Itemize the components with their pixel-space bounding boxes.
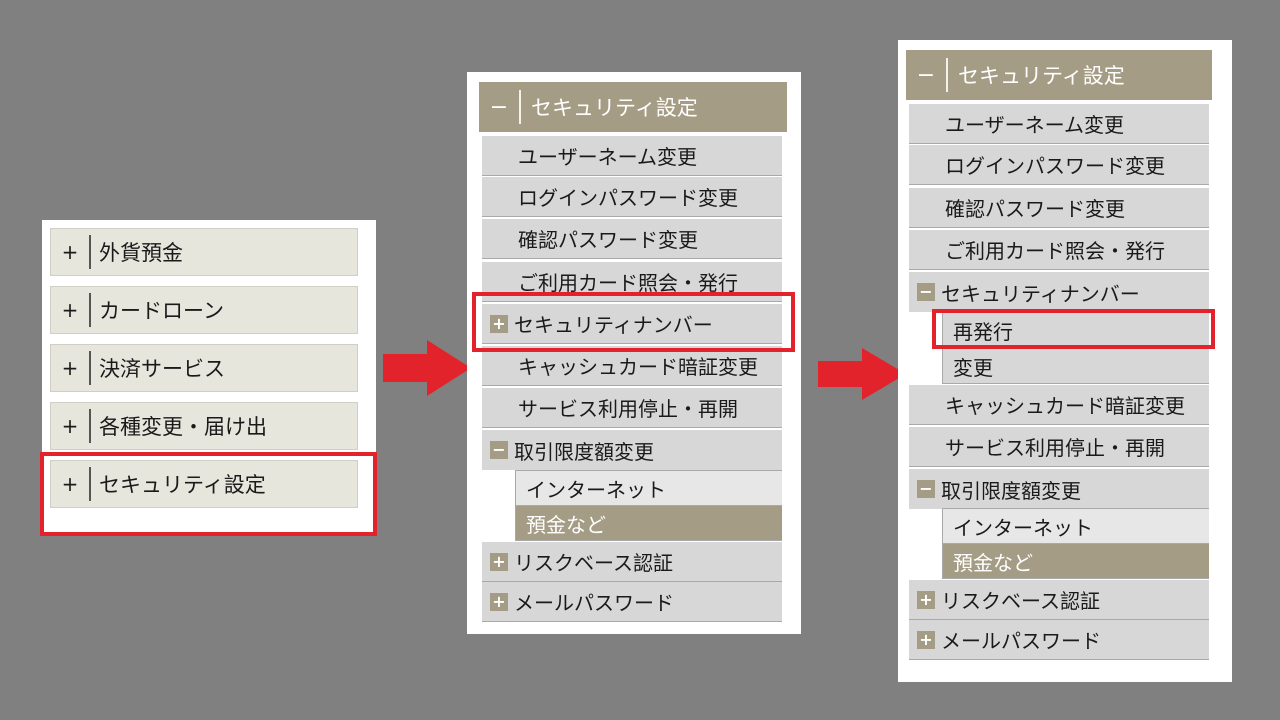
step3-panel: − セキュリティ設定 ユーザーネーム変更 ログインパスワード変更 確認パスワード… — [898, 40, 1232, 682]
highlight-box-security-settings — [40, 452, 377, 536]
menu-row-service-suspend-resume[interactable]: サービス利用停止・再開 — [482, 388, 782, 428]
step2-panel: − セキュリティ設定 ユーザーネーム変更 ログインパスワード変更 確認パスワード… — [467, 72, 801, 634]
expand-icon: + — [61, 298, 79, 322]
security-settings-header[interactable]: − セキュリティ設定 — [906, 50, 1212, 100]
expand-icon: + — [61, 240, 79, 264]
menu-item-label: 決済サービス — [99, 357, 225, 381]
submenu-change[interactable]: 変更 — [942, 348, 1209, 384]
row-label: リスクベース認証 — [514, 551, 673, 575]
menu-row-cash-card-pin-change[interactable]: キャッシュカード暗証変更 — [482, 346, 782, 386]
divider — [89, 409, 91, 443]
submenu-label: 変更 — [953, 355, 993, 380]
expand-icon: + — [490, 592, 508, 611]
collapse-icon: − — [916, 62, 936, 88]
divider — [89, 351, 91, 385]
divider — [89, 235, 91, 269]
divider — [519, 90, 521, 124]
divider — [89, 293, 91, 327]
collapse-icon: − — [917, 283, 935, 301]
row-label: サービス利用停止・再開 — [518, 397, 738, 421]
menu-row-security-number[interactable]: − セキュリティナンバー — [909, 272, 1209, 312]
menu-row-risk-based-auth[interactable]: + リスクベース認証 — [909, 580, 1209, 620]
collapse-icon: − — [490, 441, 508, 459]
row-label: セキュリティナンバー — [941, 281, 1140, 306]
arrow-right-icon — [818, 348, 906, 400]
collapse-icon: − — [917, 480, 935, 498]
row-label: ログインパスワード変更 — [518, 186, 738, 210]
submenu-label: インターネット — [953, 515, 1093, 540]
submenu-deposits[interactable]: 預金など — [942, 543, 1209, 579]
menu-row-mail-password[interactable]: + メールパスワード — [482, 582, 782, 622]
submenu-label: 預金など — [526, 512, 606, 537]
submenu-label: 預金など — [953, 550, 1033, 575]
menu-row-limit-change[interactable]: − 取引限度額変更 — [909, 469, 1209, 509]
row-label: ログインパスワード変更 — [945, 154, 1165, 178]
menu-row-username-change[interactable]: ユーザーネーム変更 — [909, 104, 1209, 144]
row-label: 取引限度額変更 — [514, 439, 654, 464]
menu-item-label: 外貨預金 — [99, 241, 183, 265]
menu-item-payment-service[interactable]: + 決済サービス — [50, 344, 358, 392]
expand-icon: + — [490, 552, 508, 571]
menu-row-login-password-change[interactable]: ログインパスワード変更 — [482, 177, 782, 217]
row-label: ご利用カード照会・発行 — [945, 239, 1165, 263]
menu-row-cash-card-pin-change[interactable]: キャッシュカード暗証変更 — [909, 385, 1209, 425]
highlight-box-reissue — [932, 309, 1215, 349]
expand-icon: + — [61, 414, 79, 438]
collapse-icon: − — [489, 94, 509, 120]
row-label: リスクベース認証 — [941, 589, 1100, 613]
header-label: セキュリティ設定 — [531, 96, 698, 120]
security-settings-header[interactable]: − セキュリティ設定 — [479, 82, 787, 132]
menu-row-confirm-password-change[interactable]: 確認パスワード変更 — [482, 219, 782, 259]
menu-row-limit-change[interactable]: − 取引限度額変更 — [482, 430, 782, 470]
row-label: 取引限度額変更 — [941, 478, 1081, 503]
menu-item-changes-notifications[interactable]: + 各種変更・届け出 — [50, 402, 358, 450]
menu-row-username-change[interactable]: ユーザーネーム変更 — [482, 136, 782, 176]
menu-row-service-suspend-resume[interactable]: サービス利用停止・再開 — [909, 427, 1209, 467]
menu-item-card-loan[interactable]: + カードローン — [50, 286, 358, 334]
menu-item-foreign-deposit[interactable]: + 外貨預金 — [50, 228, 358, 276]
row-label: ユーザーネーム変更 — [945, 113, 1124, 137]
arrow-right-icon — [383, 340, 471, 396]
submenu-label: インターネット — [526, 477, 666, 502]
submenu-internet[interactable]: インターネット — [515, 470, 782, 506]
row-label: ユーザーネーム変更 — [518, 145, 697, 169]
expand-icon: + — [917, 590, 935, 609]
row-label: メールパスワード — [941, 629, 1101, 653]
menu-row-mail-password[interactable]: + メールパスワード — [909, 620, 1209, 660]
submenu-deposits[interactable]: 預金など — [515, 505, 782, 541]
row-label: 確認パスワード変更 — [518, 228, 698, 252]
menu-row-card-inquiry[interactable]: ご利用カード照会・発行 — [909, 230, 1209, 270]
expand-icon: + — [917, 630, 935, 649]
expand-icon: + — [61, 356, 79, 380]
row-label: 確認パスワード変更 — [945, 197, 1125, 221]
submenu-internet[interactable]: インターネット — [942, 508, 1209, 544]
highlight-box-security-number — [472, 292, 795, 352]
header-label: セキュリティ設定 — [958, 64, 1125, 88]
menu-row-confirm-password-change[interactable]: 確認パスワード変更 — [909, 188, 1209, 228]
menu-item-label: カードローン — [99, 299, 224, 323]
menu-row-login-password-change[interactable]: ログインパスワード変更 — [909, 145, 1209, 185]
menu-item-label: 各種変更・届け出 — [99, 415, 267, 439]
row-label: サービス利用停止・再開 — [945, 436, 1165, 460]
row-label: メールパスワード — [514, 591, 674, 615]
menu-row-risk-based-auth[interactable]: + リスクベース認証 — [482, 542, 782, 582]
row-label: キャッシュカード暗証変更 — [945, 394, 1185, 418]
divider — [946, 58, 948, 92]
row-label: キャッシュカード暗証変更 — [518, 355, 758, 379]
